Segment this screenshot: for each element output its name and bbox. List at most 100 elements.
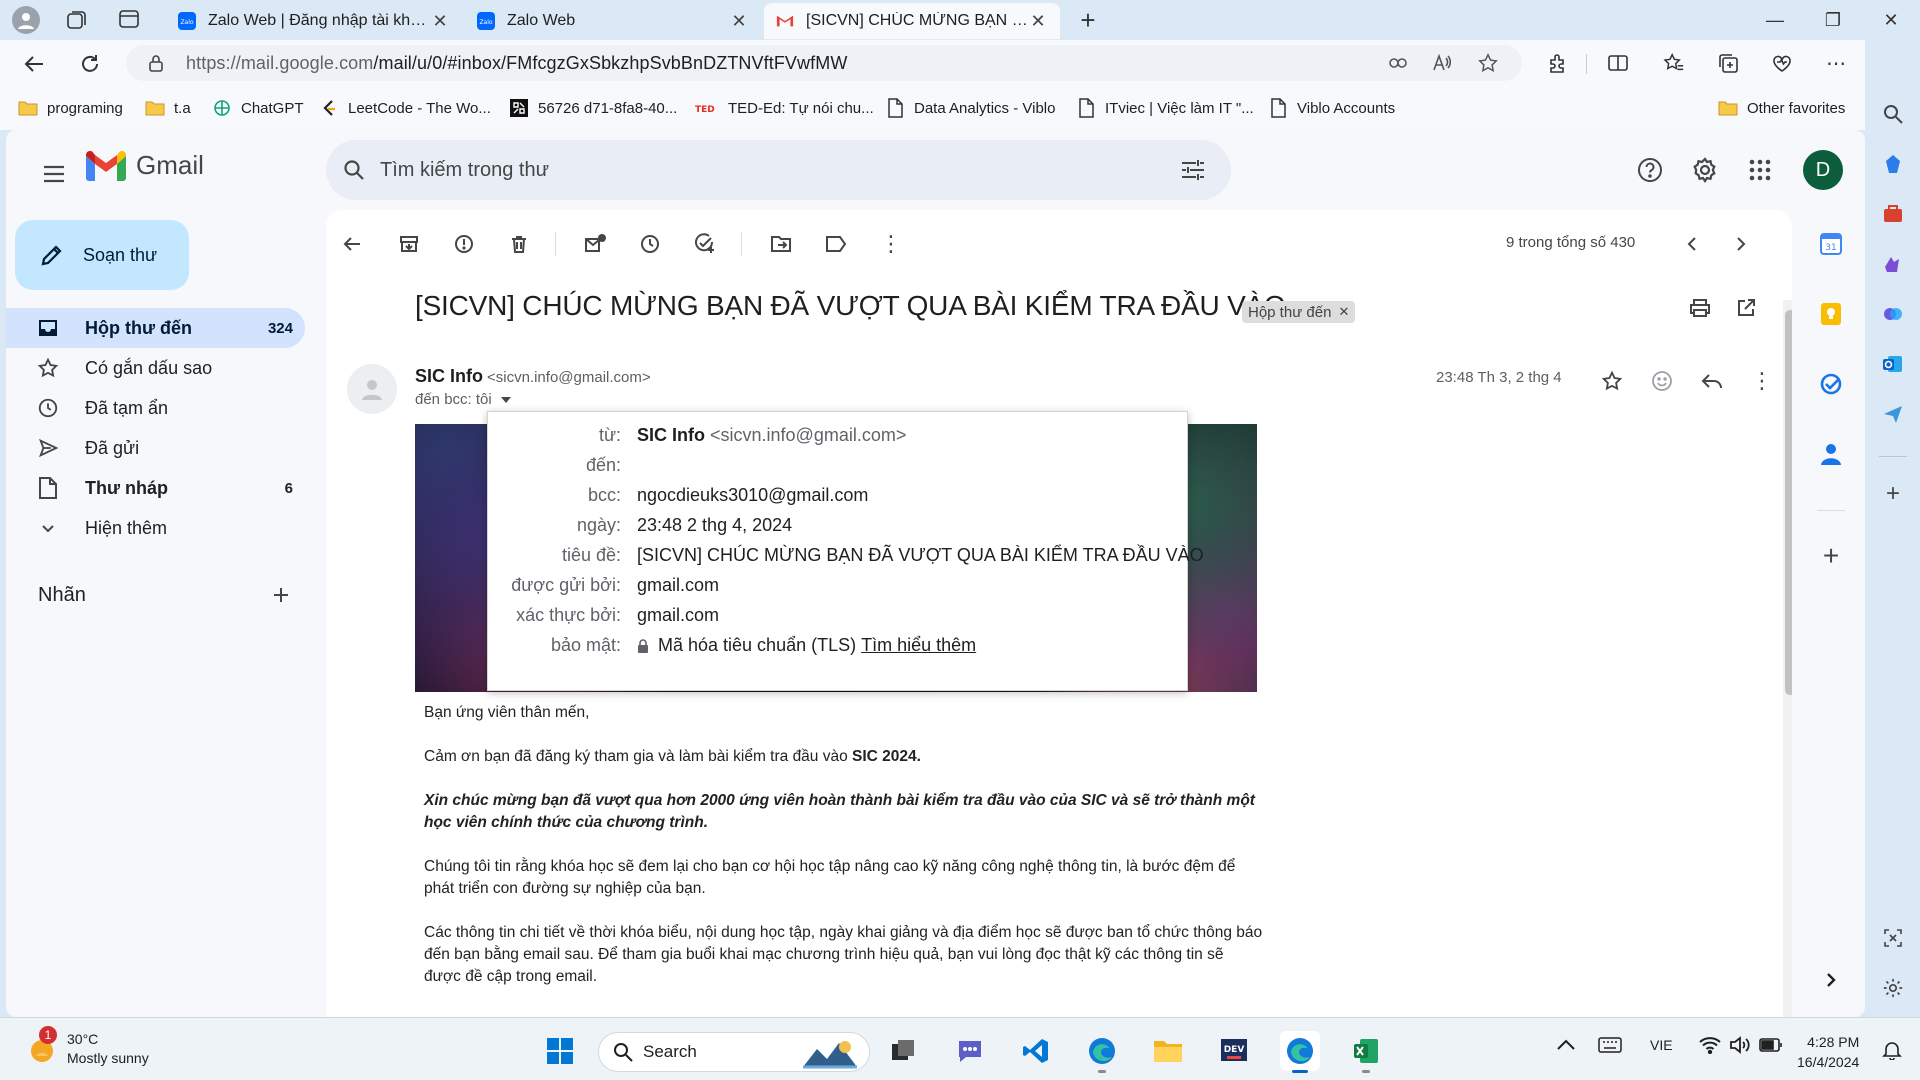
edge-icon[interactable] [1082,1031,1122,1073]
other-favorites[interactable]: Other favorites [1718,96,1845,120]
search-icon[interactable] [1879,100,1907,128]
collections-icon[interactable] [1712,47,1744,79]
contacts-icon[interactable] [1817,440,1845,468]
tab-gmail[interactable]: [SICVN] CHÚC MỪNG BẠN ĐÃ VƯỢT QUA BÀI KI… [764,3,1060,39]
nav-snoozed[interactable]: Đã tạm ẩn [6,388,305,428]
more-menu-icon[interactable]: ⋯ [1820,47,1852,79]
favorite-ted-ed[interactable]: TED TED-Ed: Tự nói chu... [695,96,874,120]
inbox-label-chip[interactable]: Hộp thư đến ✕ [1242,301,1356,323]
favorite-star-icon[interactable] [1472,47,1504,79]
nav-sent[interactable]: Đã gửi [6,428,305,468]
battery-icon[interactable] [1758,1038,1783,1052]
browser-essentials-icon[interactable] [1766,47,1798,79]
support-icon[interactable] [1630,150,1670,190]
outlook-icon[interactable] [1879,350,1907,378]
extensions-icon[interactable] [1542,47,1574,79]
back-button[interactable] [16,46,52,82]
apps-grid-icon[interactable] [1740,150,1780,190]
excel-icon[interactable] [1346,1031,1386,1073]
taskbar-search[interactable]: Search [598,1032,870,1072]
back-to-inbox-icon[interactable] [332,224,372,264]
favorite-56726[interactable]: 56726 d71-8fa8-40... [509,96,677,120]
favorite-folder-programing[interactable]: programing [18,96,123,120]
favorite-itviec[interactable]: ITviec | Việc làm IT "... [1076,96,1254,120]
restore-button[interactable]: ❐ [1804,0,1862,40]
split-screen-icon[interactable] [1602,47,1634,79]
nav-inbox[interactable]: Hộp thư đến 324 [6,308,305,348]
tab-actions-icon[interactable] [118,8,144,32]
read-aloud-icon[interactable] [1426,47,1458,79]
search-input[interactable] [380,154,1140,186]
teams-chat-icon[interactable] [950,1031,990,1071]
account-avatar[interactable]: D [1803,150,1843,190]
get-addons-icon[interactable]: + [1817,540,1845,571]
move-to-icon[interactable] [761,224,801,264]
recipient-line[interactable]: đến bcc: tôi [415,391,512,408]
volume-icon[interactable] [1729,1036,1751,1054]
edge-active-icon[interactable] [1280,1031,1320,1073]
nav-starred[interactable]: Có gắn dấu sao [6,348,305,388]
main-menu-icon[interactable] [36,156,72,192]
mark-unread-icon[interactable] [575,224,615,264]
task-view-icon[interactable] [883,1031,923,1071]
keep-icon[interactable] [1817,300,1845,328]
profile-icon[interactable] [12,6,40,34]
settings-icon[interactable] [1879,974,1907,1002]
weather-widget[interactable]: 1 30°C Mostly sunny [27,1026,149,1068]
wifi-icon[interactable] [1698,1036,1721,1054]
older-icon[interactable] [1721,224,1761,264]
copilot-mini-icon[interactable] [1879,300,1907,328]
label-icon[interactable] [816,224,856,264]
more-actions-icon[interactable]: ⋮ [871,224,911,264]
vscode-icon[interactable] [1016,1031,1056,1071]
app-available-icon[interactable] [1382,47,1414,79]
reply-icon[interactable] [1692,361,1732,401]
add-icon[interactable]: + [1879,480,1907,508]
minimize-button[interactable]: — [1746,0,1804,40]
clock[interactable]: 4:28 PM 16/4/2024 [1797,1032,1859,1072]
caret-down-icon[interactable] [500,396,512,404]
favorite-viblo-data[interactable]: Data Analytics - Viblo [885,96,1055,120]
devc-icon[interactable]: DEV [1214,1031,1254,1071]
tab-zalo-web[interactable]: Zalo Zalo Web ✕ [465,3,761,39]
remove-label-icon[interactable]: ✕ [1338,304,1349,320]
archive-icon[interactable] [389,224,429,264]
window-close-button[interactable]: ✕ [1862,0,1920,40]
nav-drafts[interactable]: Thư nháp 6 [6,468,305,508]
learn-more-link[interactable]: Tìm hiểu thêm [861,635,976,656]
sender-avatar[interactable] [347,364,397,414]
screenshot-icon[interactable] [1879,924,1907,952]
keyboard-icon[interactable] [1598,1037,1622,1053]
close-icon[interactable]: ✕ [430,11,450,32]
search-options-icon[interactable] [1180,158,1206,182]
new-tab-button[interactable]: + [1074,7,1102,35]
settings-icon[interactable] [1685,150,1725,190]
lock-icon[interactable] [148,54,164,72]
file-explorer-icon[interactable] [1148,1031,1188,1071]
chevron-up-icon[interactable] [1556,1038,1576,1052]
refresh-button[interactable] [72,46,108,82]
compose-button[interactable]: Soạn thư [15,220,189,290]
open-new-window-icon[interactable] [1726,288,1766,328]
show-side-panel-icon[interactable] [1817,966,1845,994]
workspaces-icon[interactable] [64,8,90,32]
tab-zalo-login[interactable]: Zalo Zalo Web | Đăng nhập tài khoản ✕ [166,3,462,39]
search-icon[interactable] [342,158,366,182]
language-indicator[interactable]: VIE [1650,1037,1673,1053]
search-bar[interactable] [326,140,1231,200]
scrollbar-thumb[interactable] [1785,310,1792,695]
nav-more[interactable]: Hiện thêm [6,508,305,548]
add-label-icon[interactable] [268,582,294,608]
gmail-logo[interactable]: Gmail [86,150,204,181]
delete-icon[interactable] [499,224,539,264]
emoji-react-icon[interactable] [1642,361,1682,401]
close-icon[interactable]: ✕ [729,11,749,32]
url-field[interactable]: https://mail.google.com/mail/u/0/#inbox/… [126,45,1522,81]
newer-icon[interactable] [1672,224,1712,264]
games-icon[interactable] [1879,250,1907,278]
print-icon[interactable] [1680,288,1720,328]
favorite-chatgpt[interactable]: ChatGPT [212,96,304,120]
notification-bell-icon[interactable] [1882,1040,1904,1062]
close-icon[interactable]: ✕ [1028,11,1048,32]
add-to-tasks-icon[interactable] [685,224,725,264]
